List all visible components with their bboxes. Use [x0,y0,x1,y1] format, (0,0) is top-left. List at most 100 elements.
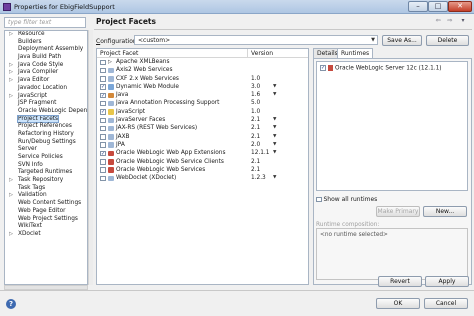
facet-row[interactable]: CXF 2.x Web Services 1.0 [97,75,308,83]
facet-version[interactable]: 12.1.1 [251,149,269,157]
facet-version[interactable]: 2.1 [251,133,260,141]
nav-item[interactable]: Project References [5,123,87,131]
facet-row[interactable]: JAX-RS (REST Web Services) 2.1 ▼ [97,124,308,132]
facet-version[interactable]: 2.1 [251,116,260,124]
facet-version[interactable]: 1.6 [251,91,260,99]
nav-item[interactable]: ▷ JavaScript [5,93,87,101]
help-icon[interactable]: ? [6,299,16,309]
facet-version[interactable]: 3.0 [251,83,260,91]
chevron-down-icon[interactable]: ▼ [273,133,276,141]
cancel-button[interactable]: Cancel [424,298,468,309]
maximize-button[interactable]: □ [428,1,448,12]
expand-arrow-icon[interactable]: ▷ [7,192,15,200]
forward-arrow-icon[interactable]: ⇨ [446,17,454,25]
facet-row[interactable]: Axis2 Web Services [97,66,308,74]
chevron-down-icon[interactable]: ▼ [273,124,276,132]
facet-row[interactable]: Oracle WebLogic Web Services 2.1 [97,166,308,174]
facet-row[interactable]: ✓ Oracle WebLogic Web App Extensions 12.1.… [97,149,308,157]
facet-checkbox[interactable]: ✓ [100,84,106,90]
facet-row[interactable]: Java Annotation Processing Support 5.0 [97,99,308,107]
facet-checkbox[interactable] [100,142,106,148]
nav-item[interactable]: Run/Debug Settings [5,139,87,147]
nav-item[interactable]: Builders [5,39,87,47]
nav-item[interactable]: ▷ XDoclet [5,231,87,239]
facet-checkbox[interactable] [100,100,106,107]
checkbox-box[interactable] [316,196,322,203]
facet-version[interactable]: 1.0 [251,108,260,116]
runtime-checkbox[interactable]: ✓ [320,65,326,71]
nav-item[interactable]: Project Facets [5,114,87,124]
facet-row[interactable]: ▷ Apache XMLBeans [97,58,308,66]
chevron-down-icon[interactable]: ▼ [273,149,276,157]
nav-item[interactable]: Java Build Path [5,54,87,62]
nav-item[interactable]: Oracle WebLogic Depender [5,108,87,116]
nav-item[interactable]: Web Project Settings [5,216,87,224]
facet-checkbox[interactable] [100,117,106,124]
facet-version[interactable]: 1.0 [251,75,260,83]
nav-item[interactable]: JSP Fragment [5,100,87,108]
nav-item[interactable]: ▷ Task Repository [5,177,87,185]
facet-version[interactable]: 2.1 [251,166,260,174]
facet-version[interactable]: 5.0 [251,99,260,107]
nav-item[interactable]: ▷ Java Compiler [5,69,87,77]
facet-checkbox[interactable] [100,175,106,182]
facet-row[interactable]: JPA 2.0 ▼ [97,141,308,149]
expand-arrow-icon[interactable]: ▷ [7,177,15,185]
back-arrow-icon[interactable]: ⇦ [434,17,442,25]
facet-checkbox[interactable]: ✓ [100,150,106,157]
facet-row[interactable]: WebDoclet (XDoclet) 1.2.3 ▼ [97,174,308,182]
make-primary-button[interactable]: Make Primary [376,206,420,217]
chevron-down-icon[interactable]: ▼ [273,141,276,149]
expand-arrow-icon[interactable]: ▷ [7,231,15,239]
facet-row[interactable]: ✓ Java 1.6 ▼ [97,91,308,99]
facet-version[interactable]: 2.0 [251,141,260,149]
revert-button[interactable]: Revert [378,276,422,287]
chevron-down-icon[interactable]: ▼ [273,174,276,182]
facet-checkbox[interactable] [100,134,106,140]
facet-row[interactable]: JavaServer Faces 2.1 ▼ [97,116,308,124]
apply-button[interactable]: Apply [425,276,469,287]
facet-version[interactable]: 1.2.3 [251,174,266,182]
chevron-down-icon[interactable]: ▼ [273,91,276,99]
facet-checkbox[interactable]: ✓ [100,109,106,115]
nav-item[interactable]: Web Content Settings [5,200,87,208]
close-button[interactable]: ✕ [448,1,472,12]
filter-input[interactable]: type filter text [4,17,86,28]
new-runtime-button[interactable]: New... [423,206,467,217]
nav-item[interactable]: ▷ Validation [5,192,87,200]
save-as-button[interactable]: Save As... [382,35,422,46]
chevron-down-icon[interactable]: ▼ [273,116,276,124]
facet-checkbox[interactable] [100,76,106,82]
minimize-button[interactable]: – [408,1,428,12]
nav-item[interactable]: ▷ Java Code Style [5,62,87,70]
show-all-runtimes-checkbox[interactable]: Show all runtimes [316,196,377,203]
project-facets-table[interactable]: Project Facet Version ▷ Apache XMLBeans Ax… [96,48,309,285]
facet-version[interactable]: 2.1 [251,158,260,166]
delete-button[interactable]: Delete [426,35,469,46]
nav-item[interactable]: Service Policies [5,154,87,162]
nav-item[interactable]: SVN Info [5,162,87,170]
facet-row[interactable]: Oracle WebLogic Web Service Clients 2.1 [97,158,308,166]
runtime-item[interactable]: ✓ Oracle WebLogic Server 12c (12.1.1) [320,65,442,71]
nav-item[interactable]: Refactoring History [5,131,87,139]
nav-item[interactable]: Deployment Assembly [5,46,87,54]
expand-arrow-icon[interactable]: ▷ [7,93,15,101]
tree-vertical-scrollbar[interactable] [88,30,93,285]
facet-row[interactable]: ✓ JavaScript 1.0 [97,108,308,116]
ok-button[interactable]: OK [376,298,420,309]
nav-item[interactable]: Task Tags [5,185,87,193]
expand-arrow-icon[interactable]: ▷ [7,77,15,85]
nav-item[interactable]: WikiText [5,223,87,231]
facet-checkbox[interactable]: ✓ [100,92,106,99]
column-header-version[interactable]: Version [251,50,273,57]
property-page-tree[interactable]: ▷ Resource Builders Deployment Assembly Java… [4,30,88,285]
facet-checkbox[interactable] [100,167,106,173]
nav-item[interactable]: Server [5,146,87,154]
view-menu-icon[interactable]: ▾ [459,17,467,25]
facet-checkbox[interactable] [100,67,106,74]
nav-item[interactable]: Targeted Runtimes [5,169,87,177]
column-header-project-facet[interactable]: Project Facet [100,50,138,57]
facet-row[interactable]: JAXB 2.1 ▼ [97,133,308,141]
facet-row[interactable]: ✓ Dynamic Web Module 3.0 ▼ [97,83,308,91]
facet-checkbox[interactable] [100,59,106,65]
